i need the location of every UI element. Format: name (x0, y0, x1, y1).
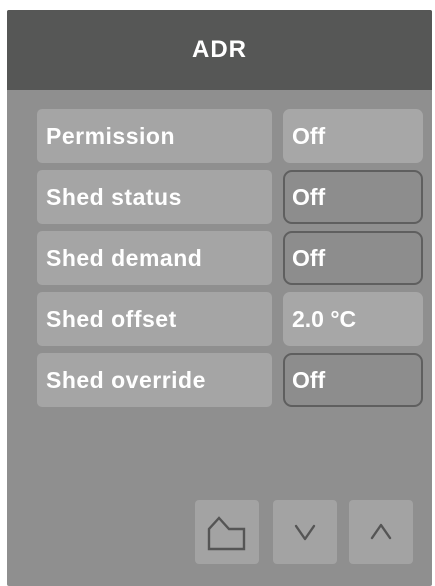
setting-label-shed-offset: Shed offset (37, 292, 272, 346)
setting-row-shed-override: Shed override Off (37, 353, 429, 407)
home-icon (206, 512, 248, 552)
chevron-down-icon (293, 520, 317, 544)
setting-value-permission: Off (283, 109, 423, 163)
shed-status-value-button[interactable]: Off (283, 170, 423, 224)
setting-row-permission: Permission Off (37, 109, 429, 163)
adr-screen: ADR Permission Off Shed status Off Shed … (7, 10, 432, 586)
shed-override-value-button[interactable]: Off (283, 353, 423, 407)
home-button[interactable] (195, 500, 259, 564)
setting-value-shed-offset: 2.0 °C (283, 292, 423, 346)
scroll-down-button[interactable] (273, 500, 337, 564)
setting-label-shed-status: Shed status (37, 170, 272, 224)
header-bar: ADR (7, 10, 432, 90)
setting-label-shed-demand: Shed demand (37, 231, 272, 285)
setting-row-shed-status: Shed status Off (37, 170, 429, 224)
shed-demand-value-button[interactable]: Off (283, 231, 423, 285)
setting-row-shed-offset: Shed offset 2.0 °C (37, 292, 429, 346)
setting-label-permission: Permission (37, 109, 272, 163)
page-title: ADR (192, 36, 247, 63)
setting-label-shed-override: Shed override (37, 353, 272, 407)
setting-row-shed-demand: Shed demand Off (37, 231, 429, 285)
settings-list: Permission Off Shed status Off Shed dema… (37, 109, 429, 414)
scroll-up-button[interactable] (349, 500, 413, 564)
chevron-up-icon (369, 520, 393, 544)
